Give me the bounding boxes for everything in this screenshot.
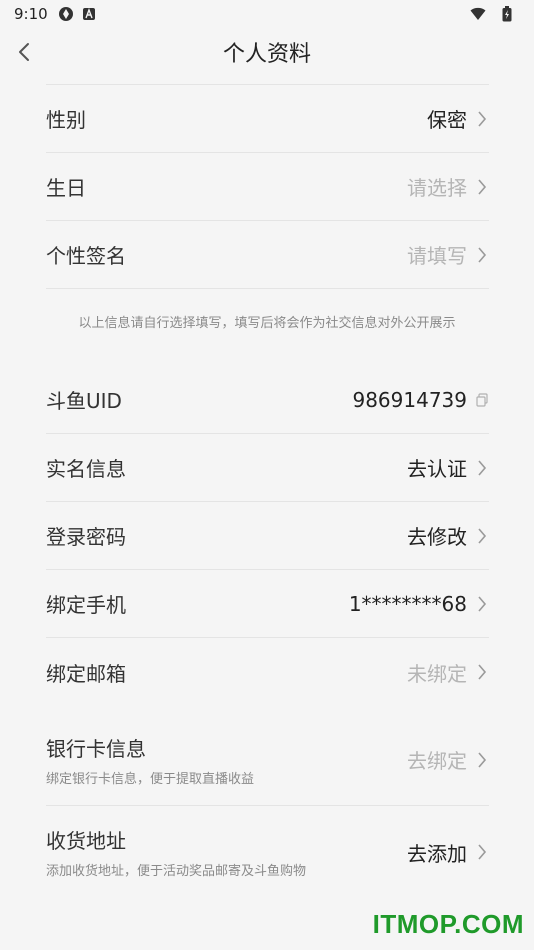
- email-label: 绑定邮箱: [46, 661, 126, 686]
- email-row[interactable]: 绑定邮箱 未绑定: [46, 638, 489, 706]
- extra-section: 银行卡信息 绑定银行卡信息，便于提取直播收益 去绑定 收货地址 添加收货地址，便…: [46, 714, 489, 898]
- password-label: 登录密码: [46, 525, 126, 549]
- uid-value: 986914739: [352, 387, 467, 412]
- privacy-hint: 以上信息请自行选择填写，填写后将会作为社交信息对外公开展示: [78, 316, 456, 331]
- signature-value: 请填写: [407, 244, 467, 268]
- bank-card-label: 银行卡信息: [46, 736, 146, 761]
- chevron-right-icon: [475, 178, 489, 196]
- password-row[interactable]: 登录密码 去修改: [46, 502, 489, 570]
- signature-label: 个性签名: [46, 244, 126, 268]
- nav-bar: 个人资料: [0, 28, 534, 76]
- phone-row[interactable]: 绑定手机 1********68: [46, 570, 489, 638]
- address-label: 收货地址: [46, 829, 126, 853]
- real-name-value: 去认证: [407, 457, 467, 481]
- a-notification-icon: [82, 7, 96, 21]
- email-value: 未绑定: [407, 661, 467, 686]
- chevron-right-icon: [475, 110, 489, 128]
- page-title: 个人资料: [222, 42, 311, 67]
- address-value: 去添加: [407, 841, 467, 866]
- chevron-right-icon: [475, 751, 489, 769]
- address-row[interactable]: 收货地址 添加收货地址，便于活动奖品邮寄及斗鱼购物 去添加: [46, 806, 489, 898]
- watermark-logo: ITMOP.COM: [372, 909, 524, 939]
- chevron-right-icon: [475, 663, 489, 681]
- back-button[interactable]: [10, 38, 38, 66]
- birthday-value: 请选择: [407, 176, 467, 200]
- bank-card-row[interactable]: 银行卡信息 绑定银行卡信息，便于提取直播收益 去绑定: [46, 714, 489, 806]
- password-value: 去修改: [407, 525, 467, 549]
- phone-value: 1********68: [348, 591, 467, 616]
- chevron-right-icon: [475, 459, 489, 477]
- battery-icon: [502, 6, 512, 22]
- bank-card-value: 去绑定: [407, 749, 467, 773]
- chevron-right-icon: [475, 527, 489, 545]
- gender-row[interactable]: 性别 保密: [46, 85, 489, 153]
- gender-label: 性别: [46, 108, 86, 132]
- status-right: [470, 6, 520, 22]
- wifi-icon: [470, 7, 486, 21]
- status-time: 9:10: [14, 5, 48, 23]
- profile-section: 性别 保密 生日 请选择 个性签名 请填写: [46, 85, 489, 289]
- bank-card-sub: 绑定银行卡信息，便于提取直播收益: [46, 771, 255, 787]
- phone-label: 绑定手机: [46, 593, 126, 617]
- chevron-right-icon: [475, 246, 489, 264]
- app-notification-icon: [58, 6, 74, 22]
- copy-icon[interactable]: [475, 392, 489, 407]
- birthday-row[interactable]: 生日 请选择: [46, 153, 489, 221]
- account-section: 斗鱼UID 986914739 实名信息 去认证 登录密码 去修改 绑定手机 1…: [46, 366, 489, 706]
- birthday-label: 生日: [46, 176, 86, 200]
- gender-value: 保密: [427, 108, 467, 132]
- uid-row[interactable]: 斗鱼UID 986914739: [46, 366, 489, 434]
- chevron-right-icon: [475, 595, 489, 613]
- address-sub: 添加收货地址，便于活动奖品邮寄及斗鱼购物: [46, 864, 307, 879]
- chevron-right-icon: [475, 843, 489, 861]
- back-arrow-icon: [19, 43, 29, 61]
- status-bar: 9:10: [0, 0, 534, 28]
- uid-label: 斗鱼UID: [46, 389, 122, 413]
- signature-row[interactable]: 个性签名 请填写: [46, 221, 489, 289]
- real-name-row[interactable]: 实名信息 去认证: [46, 434, 489, 502]
- real-name-label: 实名信息: [46, 457, 126, 481]
